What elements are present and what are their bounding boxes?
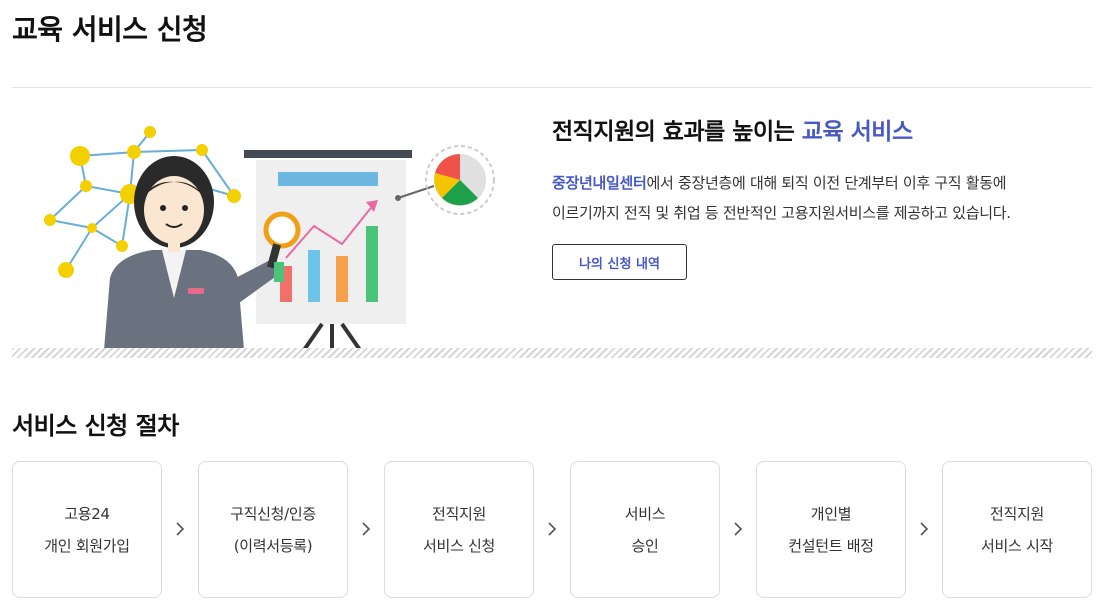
procedure-title: 서비스 신청 절차 xyxy=(12,412,179,440)
step-line2: 서비스 신청 xyxy=(423,536,495,555)
hatched-divider xyxy=(12,348,1092,358)
my-application-history-button[interactable]: 나의 신청 내역 xyxy=(552,244,687,280)
step-line1: 전직지원 xyxy=(989,504,1044,523)
step-line2: 컨설턴트 배정 xyxy=(788,536,874,555)
step-line2: (이력서등록) xyxy=(233,536,313,555)
step-service-start: 전직지원 서비스 시작 xyxy=(942,461,1092,598)
step-line1: 구직신청/인증 xyxy=(230,504,316,523)
hero-heading: 전직지원의 효과를 높이는 교육 서비스 xyxy=(552,112,1092,146)
step-line1: 개인별 xyxy=(810,504,852,523)
chevron-right-icon xyxy=(542,519,562,539)
hero-section: 전직지원의 효과를 높이는 교육 서비스 중장년내일센터에서 중장년층에 대해 … xyxy=(12,100,1092,360)
hero-text: 전직지원의 효과를 높이는 교육 서비스 중장년내일센터에서 중장년층에 대해 … xyxy=(552,112,1092,280)
hero-description-line1: 에서 중장년층에 대해 퇴직 이전 단계부터 이후 구직 활동에 xyxy=(646,174,1007,192)
step-service-application: 전직지원 서비스 신청 xyxy=(384,461,534,598)
consultant-illustration xyxy=(44,126,495,350)
hero-description-line2: 이르기까지 전직 및 취업 등 전반적인 고용지원서비스를 제공하고 있습니다. xyxy=(552,204,1011,222)
chevron-right-icon xyxy=(170,519,190,539)
chevron-right-icon xyxy=(914,519,934,539)
step-signup: 고용24 개인 회원가입 xyxy=(12,461,162,598)
step-line1: 고용24 xyxy=(64,504,110,523)
step-job-registration: 구직신청/인증 (이력서등록) xyxy=(198,461,348,598)
hero-description: 중장년내일센터에서 중장년층에 대해 퇴직 이전 단계부터 이후 구직 활동에 … xyxy=(552,168,1092,228)
center-name: 중장년내일센터 xyxy=(552,174,647,192)
step-line1: 전직지원 xyxy=(431,504,486,523)
step-line2: 서비스 시작 xyxy=(981,536,1053,555)
step-consultant-assignment: 개인별 컨설턴트 배정 xyxy=(756,461,906,598)
procedure-steps: 고용24 개인 회원가입 구직신청/인증 (이력서등록) 전직지원 서비스 신청… xyxy=(12,461,1092,598)
top-divider xyxy=(12,87,1092,88)
hero-heading-accent: 교육 서비스 xyxy=(801,119,913,145)
step-line1: 서비스 xyxy=(624,504,666,523)
step-service-approval: 서비스 승인 xyxy=(570,461,720,598)
chevron-right-icon xyxy=(728,519,748,539)
hero-heading-prefix: 전직지원의 효과를 높이는 xyxy=(552,119,802,145)
page-title: 교육 서비스 신청 xyxy=(12,13,208,46)
step-line2: 개인 회원가입 xyxy=(44,536,130,555)
chevron-right-icon xyxy=(356,519,376,539)
step-line2: 승인 xyxy=(631,536,659,555)
